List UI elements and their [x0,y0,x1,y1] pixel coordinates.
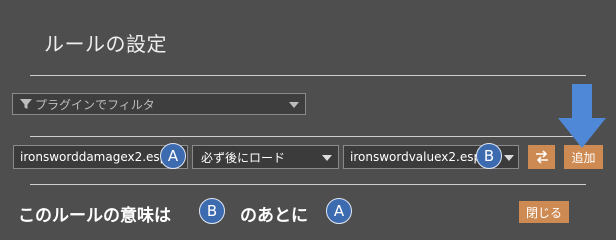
swap-arrows-icon [535,150,548,164]
badge-b: B [476,143,502,169]
meaning-middle: のあとに [240,206,308,226]
first-plugin-value: ironsworddamagex2.esp [20,150,168,164]
meaning-prefix: このルールの意味は [18,206,171,226]
plugin-filter-placeholder: プラグインでフィルタ [35,97,155,112]
divider-top [30,75,586,76]
close-dialog-button[interactable]: 閉じる [519,201,569,223]
plugin-filter-dropdown[interactable]: プラグインでフィルタ [12,93,306,115]
badge-a: A [160,143,186,169]
chevron-down-icon [504,155,514,161]
chevron-down-icon [322,155,332,161]
second-plugin-value: ironswordvaluex2.esp [350,150,482,164]
divider-bottom [30,184,586,185]
dialog-title: ルールの設定 [44,32,167,56]
rule-condition-value: 必ず後にロード [201,150,286,165]
annotation-arrow-down-icon [558,84,606,148]
divider-middle [30,136,586,137]
chevron-down-icon [289,102,299,108]
badge-b: B [199,198,225,224]
filter-funnel-icon [20,99,32,109]
rule-condition-select[interactable]: 必ず後にロード [192,145,339,169]
badge-a: A [326,198,352,224]
swap-plugins-button[interactable] [528,145,555,169]
